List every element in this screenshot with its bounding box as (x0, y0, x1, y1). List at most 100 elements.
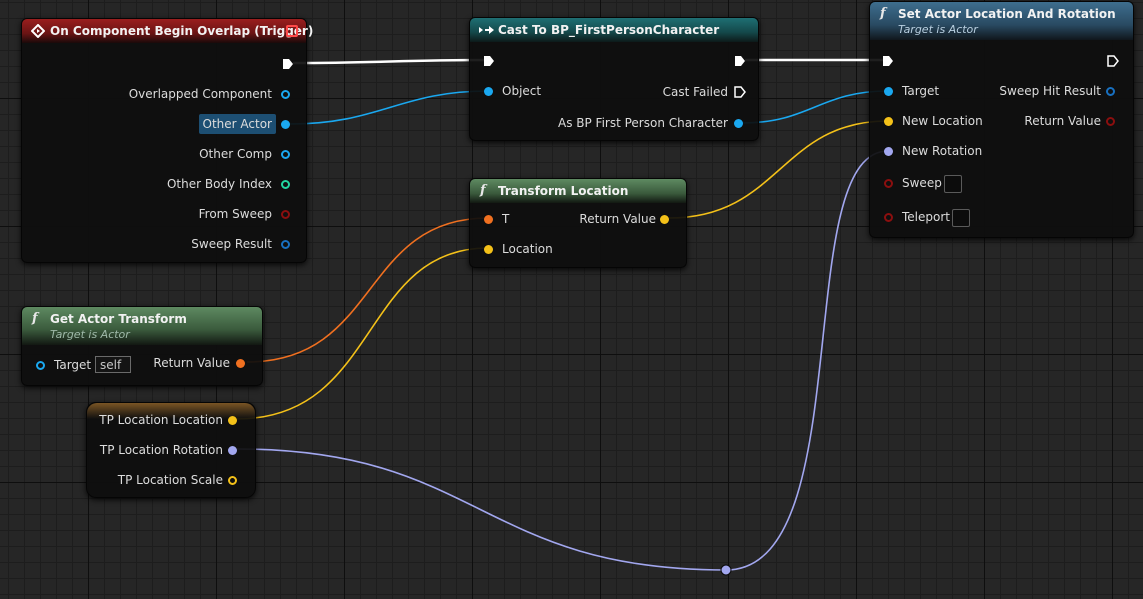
pin-row-sweep-hit-result: Sweep Hit Result (999, 81, 1101, 101)
event-node-begin-overlap[interactable]: On Component Begin Overlap (Trigger) Ove… (21, 18, 313, 263)
pin-other-comp[interactable] (281, 150, 290, 159)
exec-out-pin[interactable] (734, 55, 746, 67)
pin-get-transform-return[interactable] (236, 359, 245, 368)
pin-row-return-value: Return Value (153, 353, 230, 373)
pin-tp-location-location[interactable] (228, 416, 237, 425)
pin-row-other-comp: Other Comp (199, 144, 272, 164)
pin-row-t: T (502, 209, 509, 229)
pin-label: Other Body Index (166, 177, 272, 191)
pin-row-tp-location-scale: TP Location Scale (118, 470, 223, 490)
pin-row-as-character: As BP First Person Character (558, 113, 728, 133)
pin-row-tp-location-rotation: TP Location Rotation (100, 440, 223, 460)
teleport-checkbox[interactable] (952, 209, 970, 227)
pin-new-location[interactable] (884, 117, 893, 126)
set-node-header[interactable]: f Set Actor Location And Rotation Target… (870, 2, 1133, 40)
function-icon: f (880, 6, 886, 21)
pin-label: Sweep (902, 176, 942, 190)
pin-row-return-value: Return Value (1024, 111, 1101, 131)
pin-row-location: Location (502, 239, 553, 259)
pin-label: Other Comp (199, 147, 272, 161)
pin-t[interactable] (484, 215, 493, 224)
pin-tp-location-rotation[interactable] (228, 446, 237, 455)
pin-label: Target (902, 84, 940, 98)
pin-from-sweep[interactable] (281, 210, 290, 219)
pin-label: Overlapped Component (128, 87, 272, 101)
pin-other-actor[interactable] (281, 120, 290, 129)
pin-target[interactable] (884, 87, 893, 96)
event-diamond-icon (31, 24, 45, 38)
wire-tp-location-to-location[interactable] (236, 247, 489, 420)
pin-label: Return Value (579, 212, 656, 226)
pin-sweep[interactable] (884, 179, 893, 188)
pin-row-tp-location-location: TP Location Location (99, 410, 223, 430)
get-actor-transform-node[interactable]: f Get Actor Transform Target is Actor Ta… (21, 306, 263, 386)
exec-wire-event-to-cast[interactable] (292, 58, 488, 65)
pin-target[interactable] (36, 361, 45, 370)
tp-location-variable-node[interactable]: TP Location Location TP Location Rotatio… (86, 402, 256, 498)
wire-tp-rotation-to-reroute[interactable] (236, 448, 727, 571)
wire-reroute-to-new-rotation[interactable] (725, 150, 889, 571)
pin-row-sweep-result: Sweep Result (191, 234, 272, 254)
set-node-title: Set Actor Location And Rotation (898, 7, 1116, 21)
pin-row-new-rotation: New Rotation (902, 141, 982, 161)
wire-cast-to-target[interactable] (741, 90, 889, 124)
transform-location-node[interactable]: f Transform Location T Return Value Loca… (469, 178, 687, 268)
pin-overlapped-component[interactable] (281, 90, 290, 99)
transform-node-header[interactable]: f Transform Location (470, 179, 686, 203)
set-actor-location-rotation-node[interactable]: f Set Actor Location And Rotation Target… (869, 1, 1134, 238)
pin-new-rotation[interactable] (884, 147, 893, 156)
pin-label: Sweep Result (191, 237, 272, 251)
pin-row-sweep: Sweep (902, 173, 942, 193)
cast-node-header[interactable]: Cast To BP_FirstPersonCharacter (470, 18, 758, 42)
pin-sweep-hit-result[interactable] (1106, 87, 1115, 96)
pin-label: TP Location Location (99, 413, 223, 427)
exec-out-pin[interactable] (282, 58, 294, 70)
pin-teleport[interactable] (884, 213, 893, 222)
exec-cast-failed-pin[interactable] (734, 86, 746, 98)
pin-label: T (502, 212, 510, 226)
event-node-header[interactable]: On Component Begin Overlap (Trigger) (22, 19, 313, 43)
reroute-node[interactable] (720, 564, 732, 576)
pin-label: Return Value (153, 356, 230, 370)
pin-label: Teleport (902, 210, 950, 224)
set-node-subtitle: Target is Actor (898, 23, 978, 36)
pin-row-overlapped-component: Overlapped Component (129, 84, 272, 104)
wire-other-actor-to-object[interactable] (289, 90, 489, 125)
pin-row-other-actor: Other Actor (198, 114, 276, 134)
function-icon: f (480, 183, 486, 198)
event-node-title: On Component Begin Overlap (Trigger) (50, 24, 314, 38)
cast-arrows-icon (479, 26, 494, 34)
pin-label: Return Value (1024, 114, 1101, 128)
pin-location[interactable] (484, 245, 493, 254)
delegate-pin-icon[interactable] (286, 25, 298, 37)
target-self-input[interactable]: self (95, 356, 131, 373)
function-icon: f (32, 311, 38, 326)
pin-label: Location (502, 242, 553, 256)
pin-label: TP Location Rotation (99, 443, 223, 457)
pin-other-body-index[interactable] (281, 180, 290, 189)
get-transform-node-header[interactable]: f Get Actor Transform Target is Actor (22, 307, 262, 345)
pin-row-from-sweep: From Sweep (199, 204, 272, 224)
sweep-checkbox[interactable] (944, 175, 962, 193)
pin-as-character[interactable] (734, 119, 743, 128)
cast-node[interactable]: Cast To BP_FirstPersonCharacter Object C… (469, 17, 759, 141)
pin-transform-return[interactable] (660, 215, 669, 224)
pin-label: New Rotation (902, 144, 983, 158)
pin-return-value[interactable] (1106, 117, 1115, 126)
pin-sweep-result[interactable] (281, 240, 290, 249)
exec-in-pin[interactable] (483, 55, 495, 67)
pin-row-teleport: Teleport (902, 207, 950, 227)
pin-label: Target (54, 358, 92, 372)
pin-label: From Sweep (198, 207, 272, 221)
pin-tp-location-scale[interactable] (228, 476, 237, 485)
pin-object[interactable] (484, 87, 493, 96)
transform-node-title: Transform Location (498, 184, 629, 198)
pin-label: Sweep Hit Result (999, 84, 1101, 98)
get-transform-node-title: Get Actor Transform (50, 312, 187, 326)
exec-in-pin[interactable] (882, 55, 894, 67)
pin-label: Cast Failed (662, 85, 728, 99)
pin-row-new-location: New Location (902, 111, 983, 131)
cast-node-title: Cast To BP_FirstPersonCharacter (498, 23, 720, 37)
pin-label: TP Location Scale (117, 473, 223, 487)
exec-out-pin[interactable] (1107, 55, 1119, 67)
